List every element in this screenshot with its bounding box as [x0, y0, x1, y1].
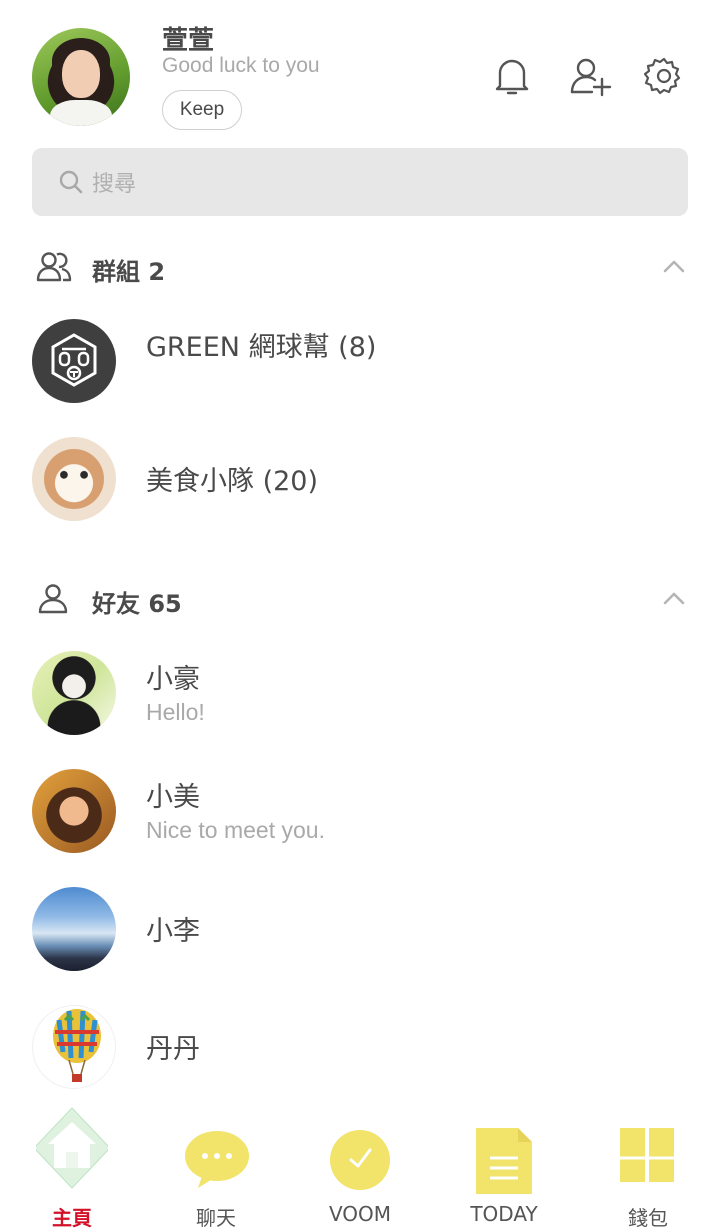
friend-name: 丹丹 — [146, 1034, 200, 1065]
friend-avatar — [32, 887, 116, 971]
search-icon — [58, 169, 84, 195]
friends-section-header[interactable]: 好友 65 — [0, 574, 720, 624]
friend-status: Hello! — [146, 699, 205, 725]
list-item[interactable]: 小美 Nice to meet you. — [0, 769, 720, 879]
nav-voom[interactable]: VOOM — [288, 1100, 432, 1232]
search-input[interactable]: 搜尋 — [32, 148, 688, 216]
add-friend-icon[interactable] — [568, 54, 612, 98]
friend-avatar — [32, 651, 116, 735]
groups-section-header[interactable]: 群組 2 — [0, 242, 720, 292]
clock-icon — [324, 1106, 396, 1206]
profile-header: 萱萱 Good luck to you Keep — [0, 0, 720, 145]
search-placeholder: 搜尋 — [92, 172, 137, 197]
news-document-icon — [468, 1106, 540, 1206]
friend-name: 小李 — [146, 916, 200, 947]
profile-status-message[interactable]: Good luck to you — [162, 54, 320, 78]
nav-wallet-label: 錢包 — [628, 1206, 668, 1230]
chevron-up-icon[interactable] — [660, 586, 688, 610]
wallet-grid-icon — [612, 1106, 684, 1206]
nav-chat-label: 聊天 — [196, 1206, 236, 1230]
friend-name: 小豪 — [146, 664, 200, 695]
my-avatar[interactable] — [32, 28, 130, 126]
home-icon — [33, 1106, 111, 1206]
list-item[interactable]: 丹丹 — [0, 1005, 720, 1115]
groups-title: 群組 2 — [92, 258, 166, 286]
friend-status: Nice to meet you. — [146, 817, 325, 843]
friends-title: 好友 65 — [92, 590, 182, 618]
settings-gear-icon[interactable] — [642, 54, 686, 98]
friend-avatar — [32, 1005, 116, 1089]
group-name: GREEN 網球幫 (8) — [146, 332, 377, 363]
nav-home-label: 主頁 — [52, 1206, 92, 1230]
group-name: 美食小隊 (20) — [146, 466, 319, 497]
person-icon — [36, 582, 72, 616]
group-icon — [36, 250, 72, 284]
list-item[interactable]: 美食小隊 (20) — [0, 437, 720, 547]
nav-wallet[interactable]: 錢包 — [576, 1100, 720, 1232]
bottom-navigation: 主頁 聊天 VOOM TODAY 錢包 — [0, 1100, 720, 1232]
nav-today-label: TODAY — [470, 1202, 538, 1226]
list-item[interactable]: 小豪 Hello! — [0, 651, 720, 761]
list-item[interactable]: 小李 — [0, 887, 720, 997]
keep-button[interactable]: Keep — [162, 90, 242, 130]
list-item[interactable]: GREEN 網球幫 (8) — [0, 319, 720, 429]
nav-voom-label: VOOM — [328, 1202, 392, 1226]
group-avatar — [32, 319, 116, 403]
profile-name[interactable]: 萱萱 — [162, 20, 214, 57]
friend-avatar — [32, 769, 116, 853]
group-avatar — [32, 437, 116, 521]
bell-icon[interactable] — [490, 54, 534, 98]
nav-today[interactable]: TODAY — [432, 1100, 576, 1232]
chevron-up-icon[interactable] — [660, 254, 688, 278]
nav-home[interactable]: 主頁 — [0, 1100, 144, 1232]
chat-bubble-icon — [180, 1106, 252, 1206]
nav-chat[interactable]: 聊天 — [144, 1100, 288, 1232]
friend-name: 小美 — [146, 782, 200, 813]
